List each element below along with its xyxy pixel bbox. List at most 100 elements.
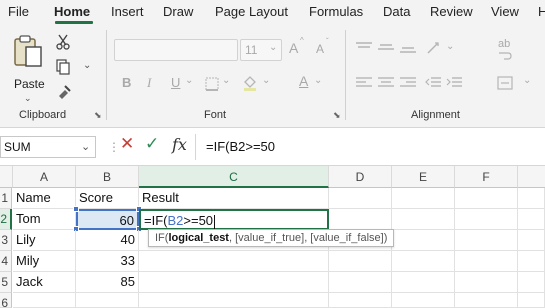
cell-b5[interactable]: 85	[76, 272, 139, 293]
font-color-button[interactable]: A	[299, 73, 308, 89]
column-header-a[interactable]: A	[13, 166, 76, 188]
tab-help[interactable]: H	[538, 4, 545, 19]
grow-font-button[interactable]: A	[289, 40, 298, 56]
shrink-font-button[interactable]: A	[316, 42, 324, 56]
insert-function-button[interactable]: fx	[172, 135, 187, 154]
tab-draw[interactable]: Draw	[163, 4, 193, 19]
cancel-icon[interactable]: ✕	[120, 134, 134, 154]
tab-view[interactable]: View	[491, 4, 519, 19]
text-cursor	[214, 214, 216, 229]
formula-text: =IF(B2>=50	[206, 139, 276, 154]
cell-a5[interactable]: Jack	[13, 272, 76, 293]
align-center-icon[interactable]	[378, 76, 394, 90]
formula-input[interactable]: =IF(B2>=50	[195, 134, 545, 160]
cell-b1[interactable]: Score	[76, 188, 139, 209]
row-header-4[interactable]: 4	[0, 251, 12, 272]
clipboard-launcher-icon[interactable]: ⬊	[94, 110, 102, 121]
tab-page-layout[interactable]: Page Layout	[215, 4, 288, 19]
tab-home[interactable]: Home	[54, 4, 90, 19]
align-left-icon[interactable]	[356, 76, 372, 90]
formula-bar: SUM ⌄ ⋮ ✕ ✓ fx =IF(B2>=50	[0, 128, 545, 166]
font-size-value: 11	[245, 43, 258, 57]
font-size-dropdown[interactable]: 11 ⌄	[240, 39, 282, 61]
tooltip-current-arg: logical_test	[168, 232, 229, 244]
tab-data[interactable]: Data	[383, 4, 410, 19]
shrink-font-caret-icon: ˇ	[326, 37, 329, 46]
group-label-font: Font	[204, 109, 227, 121]
orientation-dropdown-icon[interactable]: ⌄	[446, 41, 454, 52]
font-color-dropdown-icon[interactable]: ⌄	[314, 75, 322, 86]
tab-file[interactable]: File	[8, 4, 29, 19]
formula-suffix: >=50	[183, 213, 214, 228]
cell-b3[interactable]: 40	[76, 230, 139, 251]
column-header-b[interactable]: B	[76, 166, 139, 188]
wrap-text-icon	[499, 52, 512, 60]
paste-button[interactable]: Paste ⌄	[8, 32, 48, 103]
row-header-6[interactable]: 6	[0, 293, 12, 308]
merge-dropdown-icon[interactable]: ⌄	[523, 75, 531, 86]
enter-check-icon[interactable]: ✓	[145, 134, 159, 154]
column-header-c[interactable]: C	[139, 166, 329, 188]
chevron-down-icon: ⌄	[24, 93, 32, 103]
tab-insert[interactable]: Insert	[111, 4, 144, 19]
cut-icon[interactable]	[56, 34, 70, 50]
group-separator	[345, 30, 346, 120]
orientation-icon[interactable]	[426, 41, 442, 55]
fill-color-icon[interactable]	[242, 75, 258, 91]
borders-icon[interactable]	[205, 77, 219, 91]
menu-tabs: File Home Insert Draw Page Layout Formul…	[0, 0, 545, 24]
align-top-icon[interactable]	[356, 42, 372, 54]
name-box[interactable]: SUM ⌄	[0, 136, 96, 158]
align-bottom-icon[interactable]	[400, 42, 416, 54]
underline-button[interactable]: U	[171, 75, 180, 90]
borders-dropdown-icon[interactable]: ⌄	[222, 75, 230, 86]
cell-a4[interactable]: Mily	[13, 251, 76, 272]
formula-prefix: =IF(	[144, 213, 168, 228]
fill-color-dropdown-icon[interactable]: ⌄	[262, 75, 270, 86]
row-header-5[interactable]: 5	[0, 272, 12, 293]
group-separator	[106, 30, 107, 120]
tab-review[interactable]: Review	[430, 4, 473, 19]
name-box-value: SUM	[4, 140, 31, 154]
cell-a1[interactable]: Name	[13, 188, 76, 209]
column-header-f[interactable]: F	[455, 166, 518, 188]
select-all-corner[interactable]	[0, 166, 13, 188]
reference-handle[interactable]	[73, 206, 79, 212]
column-header-g[interactable]	[518, 166, 545, 188]
decrease-indent-icon[interactable]	[425, 76, 441, 90]
merge-center-icon[interactable]	[497, 76, 513, 90]
formula-reference: B2	[167, 213, 184, 228]
tab-formulas[interactable]: Formulas	[309, 4, 363, 19]
paste-label: Paste	[14, 77, 45, 91]
tooltip-remaining-args: , [value_if_true], [value_if_false])	[228, 232, 388, 244]
chevron-down-icon[interactable]: ⌄	[81, 140, 90, 153]
row-header-1[interactable]: 1	[0, 188, 12, 209]
copy-icon[interactable]	[55, 59, 71, 75]
format-painter-icon[interactable]	[56, 84, 72, 100]
function-tooltip: IF(logical_test, [value_if_true], [value…	[148, 229, 395, 247]
row-header-3[interactable]: 3	[0, 230, 12, 251]
column-header-d[interactable]: D	[329, 166, 392, 188]
wrap-text-button[interactable]: ab	[498, 38, 510, 50]
cell-b2[interactable]: 60	[76, 209, 139, 230]
italic-button[interactable]: I	[147, 75, 151, 91]
align-middle-icon[interactable]	[378, 42, 394, 54]
tooltip-function[interactable]: IF(	[155, 232, 168, 244]
font-launcher-icon[interactable]: ⬊	[333, 110, 341, 121]
align-right-icon[interactable]	[400, 76, 416, 90]
row-header-2[interactable]: 2	[0, 209, 12, 230]
cell-c2-editing[interactable]: =IF(B2>=50	[139, 209, 329, 230]
cell-c1[interactable]: Result	[139, 188, 329, 209]
column-header-e[interactable]: E	[392, 166, 455, 188]
font-name-dropdown[interactable]	[114, 39, 238, 61]
grow-font-caret-icon: ^	[300, 36, 304, 45]
cell-a3[interactable]: Lily	[13, 230, 76, 251]
underline-dropdown-icon[interactable]: ⌄	[185, 75, 193, 86]
cell-a2[interactable]: Tom	[13, 209, 76, 230]
increase-indent-icon[interactable]	[446, 76, 462, 90]
copy-dropdown-icon[interactable]: ⌄	[83, 60, 91, 71]
group-label-alignment: Alignment	[411, 109, 460, 121]
cell-b4[interactable]: 33	[76, 251, 139, 272]
ribbon: Paste ⌄ ⌄ Clipboard ⬊ 11 ⌄ A ^ A ˇ B I U…	[0, 24, 545, 128]
bold-button[interactable]: B	[122, 75, 131, 90]
